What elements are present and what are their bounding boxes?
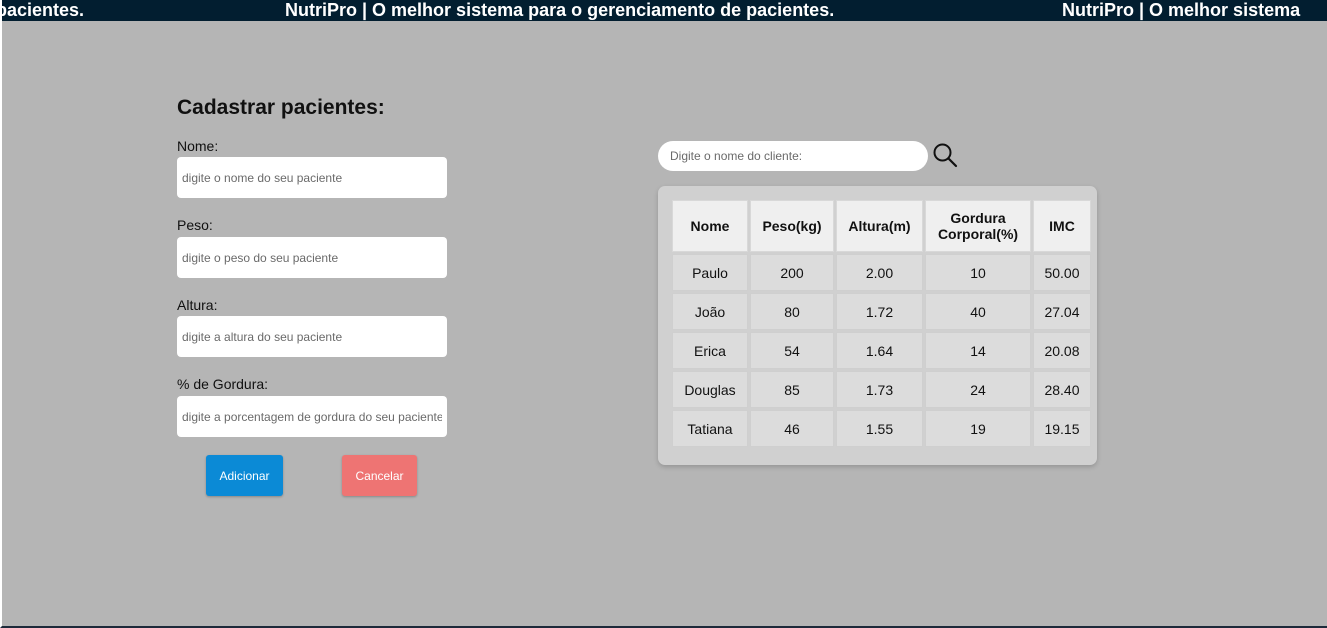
cell-imc: 19.15	[1033, 410, 1091, 447]
header-weight: Peso(kg)	[750, 200, 834, 252]
search-icon[interactable]	[932, 142, 958, 168]
name-label: Nome:	[177, 138, 219, 154]
cell-name: João	[672, 293, 748, 330]
cell-height: 1.64	[836, 332, 923, 369]
cell-imc: 27.04	[1033, 293, 1091, 330]
height-input[interactable]	[177, 316, 447, 357]
cell-imc: 20.08	[1033, 332, 1091, 369]
cell-weight: 54	[750, 332, 834, 369]
header-imc: IMC	[1033, 200, 1091, 252]
table-header-row: Nome Peso(kg) Altura(m) Gordura Corporal…	[672, 200, 1091, 252]
banner-text-fragment-right: NutriPro | O melhor sistema	[1062, 0, 1301, 20]
cell-name: Tatiana	[672, 410, 748, 447]
cell-body-fat: 40	[925, 293, 1031, 330]
header-name: Nome	[672, 200, 748, 252]
form-title: Cadastrar pacientes:	[177, 96, 385, 119]
name-input[interactable]	[177, 157, 447, 198]
body-fat-input[interactable]	[177, 396, 447, 437]
cell-weight: 200	[750, 254, 834, 291]
body-fat-label: % de Gordura:	[177, 376, 269, 392]
cell-imc: 50.00	[1033, 254, 1091, 291]
cell-body-fat: 24	[925, 371, 1031, 408]
table-row: Erica 54 1.64 14 20.08	[672, 332, 1091, 369]
table-row: Douglas 85 1.73 24 28.40	[672, 371, 1091, 408]
cell-body-fat: 14	[925, 332, 1031, 369]
weight-label: Peso:	[177, 217, 213, 233]
weight-input[interactable]	[177, 237, 447, 278]
cell-name: Erica	[672, 332, 748, 369]
cell-height: 2.00	[836, 254, 923, 291]
cell-imc: 28.40	[1033, 371, 1091, 408]
table-row: Paulo 200 2.00 10 50.00	[672, 254, 1091, 291]
cell-name: Douglas	[672, 371, 748, 408]
patients-table-card: Nome Peso(kg) Altura(m) Gordura Corporal…	[658, 186, 1097, 465]
banner-text-fragment-left: pacientes.	[2, 0, 85, 20]
cell-body-fat: 10	[925, 254, 1031, 291]
banner-text: NutriPro | O melhor sistema para o geren…	[285, 0, 835, 20]
table-row: João 80 1.72 40 27.04	[672, 293, 1091, 330]
cell-weight: 80	[750, 293, 834, 330]
header-height: Altura(m)	[836, 200, 923, 252]
add-button[interactable]: Adicionar	[206, 455, 283, 496]
cell-height: 1.73	[836, 371, 923, 408]
table-row: Tatiana 46 1.55 19 19.15	[672, 410, 1091, 447]
cell-weight: 46	[750, 410, 834, 447]
marquee-banner: pacientes. NutriPro | O melhor sistema p…	[2, 0, 1327, 21]
height-label: Altura:	[177, 297, 218, 313]
cancel-button[interactable]: Cancelar	[342, 455, 417, 496]
cell-weight: 85	[750, 371, 834, 408]
patients-table: Nome Peso(kg) Altura(m) Gordura Corporal…	[670, 198, 1093, 449]
cell-body-fat: 19	[925, 410, 1031, 447]
header-body-fat: Gordura Corporal(%)	[925, 200, 1031, 252]
cell-height: 1.72	[836, 293, 923, 330]
cell-name: Paulo	[672, 254, 748, 291]
cell-height: 1.55	[836, 410, 923, 447]
search-input[interactable]	[658, 141, 928, 171]
